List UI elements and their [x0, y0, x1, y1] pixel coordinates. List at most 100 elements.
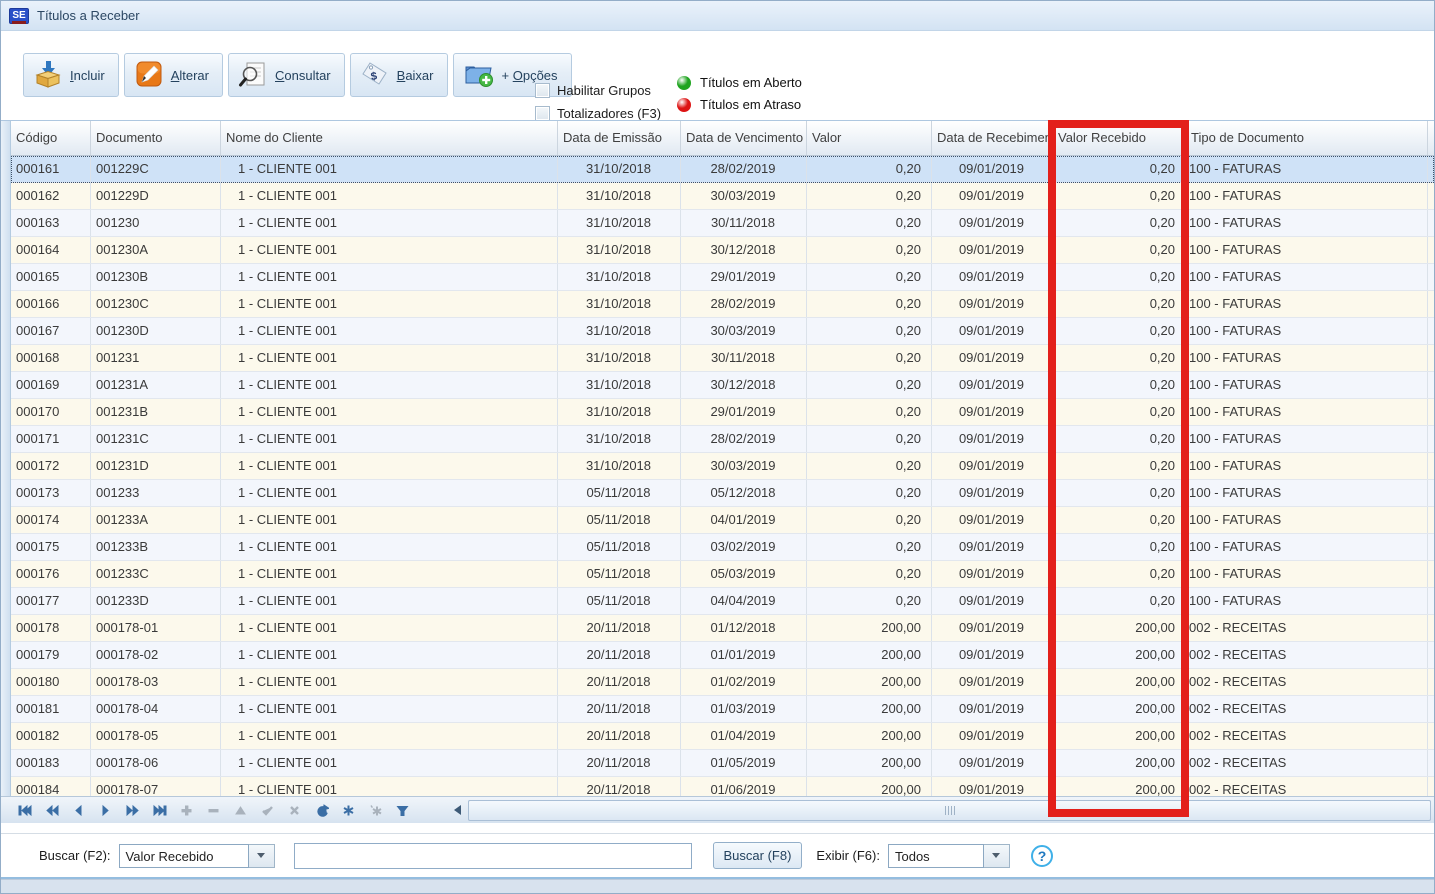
- column-header[interactable]: Valor: [807, 121, 932, 155]
- grid-header: CódigoDocumentoNome do ClienteData de Em…: [11, 121, 1434, 156]
- buscar-f8-button[interactable]: Buscar (F8): [713, 842, 803, 869]
- table-cell: [1428, 210, 1434, 236]
- column-header[interactable]: Documento: [91, 121, 221, 155]
- table-cell: 001230C: [91, 291, 221, 317]
- nav-last-button[interactable]: [146, 799, 173, 822]
- table-row[interactable]: 000184000178-071 - CLIENTE 00120/11/2018…: [11, 777, 1434, 797]
- nav-first-button[interactable]: [11, 799, 38, 822]
- table-cell: 200,00: [1053, 642, 1186, 668]
- help-icon[interactable]: ?: [1031, 845, 1053, 867]
- table-cell: 20/11/2018: [558, 669, 681, 695]
- table-row[interactable]: 000162001229D1 - CLIENTE 00131/10/201830…: [11, 183, 1434, 210]
- table-row[interactable]: 0001730012331 - CLIENTE 00105/11/201805/…: [11, 480, 1434, 507]
- table-cell: 31/10/2018: [558, 183, 681, 209]
- horizontal-scrollbar[interactable]: [468, 800, 1431, 821]
- table-row[interactable]: 000170001231B1 - CLIENTE 00131/10/201829…: [11, 399, 1434, 426]
- table-row[interactable]: 000172001231D1 - CLIENTE 00131/10/201830…: [11, 453, 1434, 480]
- search-field-combobox[interactable]: Valor Recebido: [119, 844, 275, 868]
- table-cell: 01/06/2019: [681, 777, 807, 797]
- table-cell: 1 - CLIENTE 001: [221, 588, 558, 614]
- table-cell: 0,20: [1053, 453, 1186, 479]
- nav-cancel-button[interactable]: [281, 799, 308, 822]
- table-row[interactable]: 000181000178-041 - CLIENTE 00120/11/2018…: [11, 696, 1434, 723]
- table-cell: 002 - RECEITAS: [1186, 750, 1428, 776]
- table-row[interactable]: 000165001230B1 - CLIENTE 00131/10/201829…: [11, 264, 1434, 291]
- table-row[interactable]: 000171001231C1 - CLIENTE 00131/10/201828…: [11, 426, 1434, 453]
- nav-prior-button[interactable]: [65, 799, 92, 822]
- habilitar-grupos-checkbox[interactable]: Habilitar Grupos: [535, 83, 661, 98]
- table-cell: 000163: [11, 210, 91, 236]
- table-row[interactable]: 000174001233A1 - CLIENTE 00105/11/201804…: [11, 507, 1434, 534]
- table-cell: 000169: [11, 372, 91, 398]
- table-row[interactable]: 000183000178-061 - CLIENTE 00120/11/2018…: [11, 750, 1434, 777]
- nav-fast-backward-button[interactable]: [38, 799, 65, 822]
- search-panel: Buscar (F2): Valor Recebido Buscar (F8) …: [1, 833, 1434, 879]
- baixar-label: Baixar: [397, 68, 434, 83]
- nav-edit-button[interactable]: [227, 799, 254, 822]
- table-row[interactable]: 000169001231A1 - CLIENTE 00131/10/201830…: [11, 372, 1434, 399]
- table-row[interactable]: 000175001233B1 - CLIENTE 00105/11/201803…: [11, 534, 1434, 561]
- table-row[interactable]: 000178000178-011 - CLIENTE 00120/11/2018…: [11, 615, 1434, 642]
- column-header[interactable]: Tipo de Documento: [1186, 121, 1428, 155]
- consultar-button[interactable]: Consultar: [228, 53, 345, 97]
- alterar-button[interactable]: Alterar: [124, 53, 223, 97]
- nav-filter-button[interactable]: [389, 799, 416, 822]
- table-cell: 09/01/2019: [932, 291, 1053, 317]
- table-cell: 03/02/2019: [681, 534, 807, 560]
- nav-bookmark-set-button[interactable]: [335, 799, 362, 822]
- totalizadores-checkbox[interactable]: Totalizadores (F3): [535, 106, 661, 121]
- incluir-button[interactable]: Incluir: [23, 53, 119, 97]
- column-header[interactable]: Nome do Cliente: [221, 121, 558, 155]
- table-cell: 001233B: [91, 534, 221, 560]
- table-row[interactable]: 0001630012301 - CLIENTE 00131/10/201830/…: [11, 210, 1434, 237]
- table-cell: 1 - CLIENTE 001: [221, 237, 558, 263]
- hscroll-left-arrow-icon[interactable]: [454, 805, 461, 815]
- green-ball-icon: [677, 76, 691, 90]
- table-cell: 000179: [11, 642, 91, 668]
- nav-delete-button[interactable]: [200, 799, 227, 822]
- table-row[interactable]: 000179000178-021 - CLIENTE 00120/11/2018…: [11, 642, 1434, 669]
- table-cell: 000178-02: [91, 642, 221, 668]
- table-row[interactable]: 000161001229C1 - CLIENTE 00131/10/201828…: [11, 156, 1434, 183]
- table-cell: 0,20: [1053, 183, 1186, 209]
- combo-dropdown-button[interactable]: [249, 844, 275, 868]
- combo-dropdown-button[interactable]: [984, 844, 1010, 868]
- table-row[interactable]: 0001680012311 - CLIENTE 00131/10/201830/…: [11, 345, 1434, 372]
- column-header[interactable]: F: [1428, 121, 1434, 155]
- column-header[interactable]: Data de Recebimento: [932, 121, 1053, 155]
- table-cell: 200,00: [807, 723, 932, 749]
- table-cell: 30/12/2018: [681, 237, 807, 263]
- nav-post-button[interactable]: [254, 799, 281, 822]
- table-cell: 000166: [11, 291, 91, 317]
- table-cell: 100 - FATURAS: [1186, 453, 1428, 479]
- table-cell: 000178-01: [91, 615, 221, 641]
- column-header[interactable]: Código: [11, 121, 91, 155]
- column-header[interactable]: Data de Emissão: [558, 121, 681, 155]
- table-cell: 01/02/2019: [681, 669, 807, 695]
- column-header[interactable]: Data de Vencimento: [681, 121, 807, 155]
- table-cell: 09/01/2019: [932, 210, 1053, 236]
- table-cell: 002 - RECEITAS: [1186, 642, 1428, 668]
- table-row[interactable]: 000176001233C1 - CLIENTE 00105/11/201805…: [11, 561, 1434, 588]
- nav-next-button[interactable]: [92, 799, 119, 822]
- column-header[interactable]: Valor Recebido: [1053, 121, 1186, 155]
- table-cell: 100 - FATURAS: [1186, 426, 1428, 452]
- table-cell: 200,00: [1053, 777, 1186, 797]
- table-row[interactable]: 000182000178-051 - CLIENTE 00120/11/2018…: [11, 723, 1434, 750]
- table-cell: 09/01/2019: [932, 669, 1053, 695]
- toolbar: Incluir Alterar: [1, 31, 1434, 120]
- nav-insert-button[interactable]: [173, 799, 200, 822]
- table-row[interactable]: 000166001230C1 - CLIENTE 00131/10/201828…: [11, 291, 1434, 318]
- exibir-combobox[interactable]: Todos: [888, 844, 1010, 868]
- nav-refresh-button[interactable]: [308, 799, 335, 822]
- baixar-button[interactable]: $ Baixar: [350, 53, 448, 97]
- table-cell: 09/01/2019: [932, 264, 1053, 290]
- hscroll-thumb[interactable]: [468, 800, 1431, 821]
- nav-fast-forward-button[interactable]: [119, 799, 146, 822]
- table-row[interactable]: 000167001230D1 - CLIENTE 00131/10/201830…: [11, 318, 1434, 345]
- nav-bookmark-goto-button[interactable]: [362, 799, 389, 822]
- search-input[interactable]: [294, 843, 692, 869]
- table-row[interactable]: 000180000178-031 - CLIENTE 00120/11/2018…: [11, 669, 1434, 696]
- table-row[interactable]: 000177001233D1 - CLIENTE 00105/11/201804…: [11, 588, 1434, 615]
- table-row[interactable]: 000164001230A1 - CLIENTE 00131/10/201830…: [11, 237, 1434, 264]
